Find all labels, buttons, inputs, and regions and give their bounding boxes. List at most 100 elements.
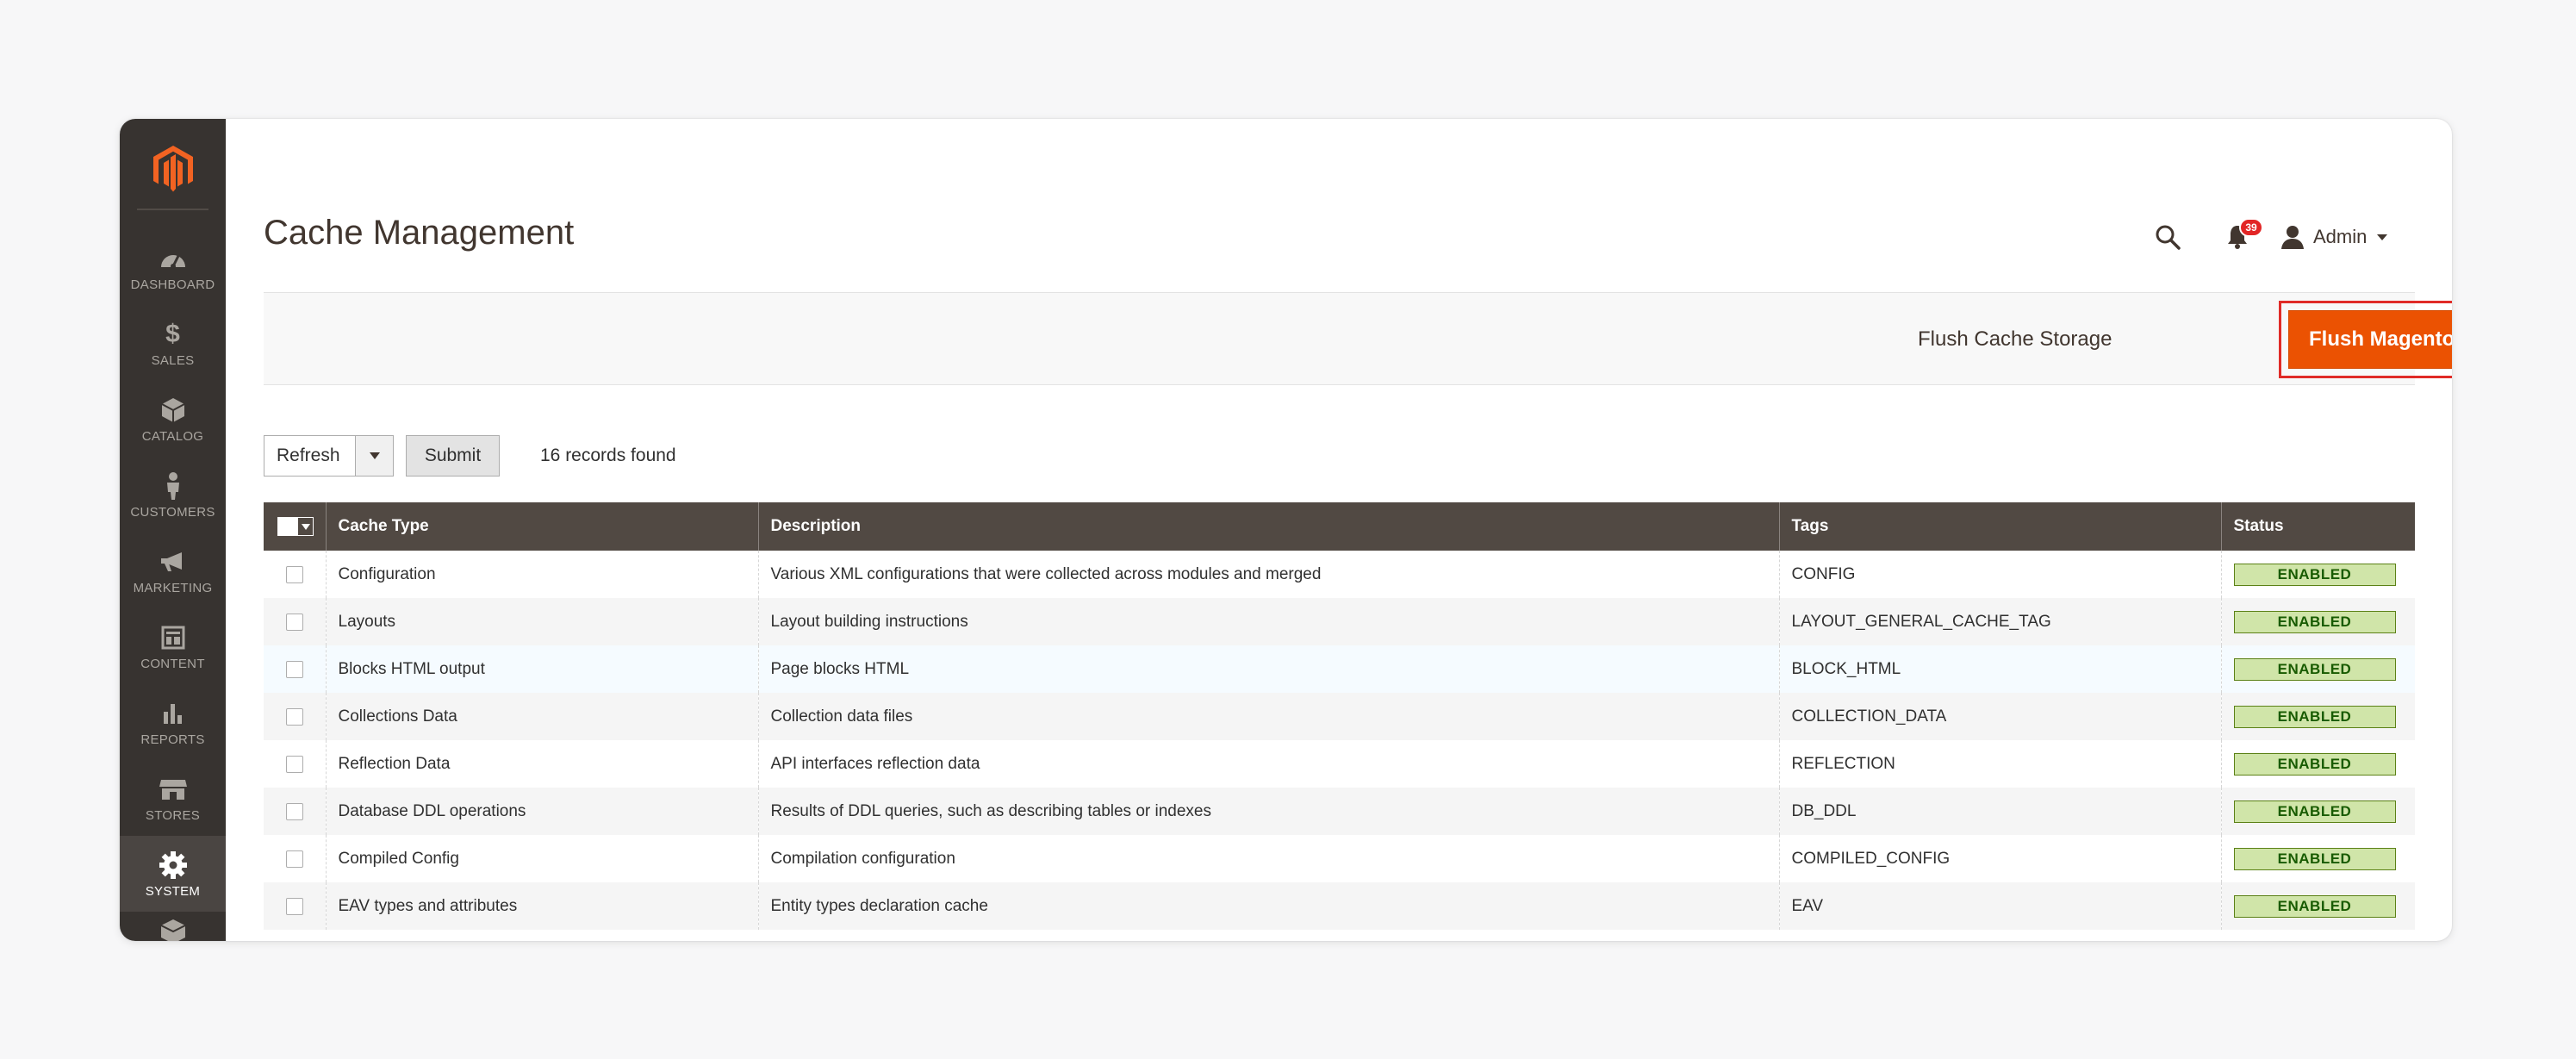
row-checkbox[interactable] bbox=[286, 707, 303, 726]
column-header-description[interactable]: Description bbox=[757, 502, 1779, 551]
column-header-tags[interactable]: Tags bbox=[1778, 502, 2221, 551]
admin-user-menu[interactable]: Admin bbox=[2280, 217, 2388, 257]
table-row[interactable]: Layouts Layout building instructions LAY… bbox=[264, 598, 2415, 645]
status-cell: ENABLED bbox=[2220, 693, 2415, 740]
status-cell: ENABLED bbox=[2220, 551, 2415, 598]
sidebar-item-stores[interactable]: STORES bbox=[120, 760, 226, 836]
sidebar-item-label: CONTENT bbox=[140, 656, 205, 671]
table-row[interactable]: EAV types and attributes Entity types de… bbox=[264, 882, 2415, 930]
sidebar-item-reports[interactable]: REPORTS bbox=[120, 684, 226, 760]
tags-cell: LAYOUT_GENERAL_CACHE_TAG bbox=[1778, 598, 2221, 645]
sidebar-item-label: CUSTOMERS bbox=[130, 504, 215, 520]
notifications-count-badge: 39 bbox=[2239, 218, 2263, 237]
status-cell: ENABLED bbox=[2220, 598, 2415, 645]
page-actions-bar: Flush Cache Storage Flush Magento Cache bbox=[264, 292, 2452, 385]
table-row[interactable]: Collections Data Collection data files C… bbox=[264, 693, 2415, 740]
sidebar-item-system[interactable]: SYSTEM bbox=[120, 836, 226, 912]
submit-button[interactable]: Submit bbox=[406, 435, 500, 477]
column-header-status[interactable]: Status bbox=[2220, 502, 2415, 551]
sidebar-item-sales[interactable]: $ SALES bbox=[120, 305, 226, 381]
magento-logo-icon bbox=[152, 146, 193, 192]
flush-magento-cache-button[interactable]: Flush Magento Cache bbox=[2288, 310, 2452, 369]
row-checkbox[interactable] bbox=[286, 802, 303, 820]
cache-type-cell: Collections Data bbox=[325, 693, 758, 740]
status-badge: ENABLED bbox=[2233, 894, 2396, 918]
status-badge: ENABLED bbox=[2233, 847, 2396, 870]
cache-type-cell: EAV types and attributes bbox=[325, 882, 758, 930]
sidebar-item-catalog[interactable]: CATALOG bbox=[120, 381, 226, 457]
tags-cell: CONFIG bbox=[1778, 551, 2221, 598]
description-cell: API interfaces reflection data bbox=[757, 740, 1779, 788]
magento-logo[interactable] bbox=[120, 134, 226, 203]
row-checkbox-cell bbox=[264, 740, 326, 788]
table-row[interactable]: Blocks HTML output Page blocks HTML BLOC… bbox=[264, 645, 2415, 693]
sidebar-item-content[interactable]: CONTENT bbox=[120, 608, 226, 684]
table-row[interactable]: Database DDL operations Results of DDL q… bbox=[264, 788, 2415, 835]
row-checkbox[interactable] bbox=[286, 613, 303, 631]
status-badge: ENABLED bbox=[2233, 563, 2396, 586]
chevron-down-icon bbox=[297, 518, 313, 535]
sidebar-item-marketing[interactable]: MARKETING bbox=[120, 533, 226, 608]
status-badge: ENABLED bbox=[2233, 752, 2396, 776]
table-row[interactable]: Configuration Various XML configurations… bbox=[264, 551, 2415, 598]
cache-type-cell: Blocks HTML output bbox=[325, 645, 758, 693]
row-checkbox-cell bbox=[264, 551, 326, 598]
row-checkbox-cell bbox=[264, 788, 326, 835]
description-cell: Results of DDL queries, such as describi… bbox=[757, 788, 1779, 835]
admin-username: Admin bbox=[2313, 226, 2368, 247]
description-cell: Collection data files bbox=[757, 693, 1779, 740]
cache-type-cell: Reflection Data bbox=[325, 740, 758, 788]
mass-action-selected-value: Refresh bbox=[277, 445, 340, 465]
cache-type-cell: Compiled Config bbox=[325, 835, 758, 882]
row-checkbox[interactable] bbox=[286, 850, 303, 868]
row-checkbox-cell bbox=[264, 835, 326, 882]
tags-cell: BLOCK_HTML bbox=[1778, 645, 2221, 693]
tags-cell: REFLECTION bbox=[1778, 740, 2221, 788]
person-icon bbox=[156, 470, 190, 501]
description-cell: Compilation configuration bbox=[757, 835, 1779, 882]
bar-chart-icon bbox=[156, 698, 190, 729]
search-icon bbox=[2156, 225, 2181, 250]
status-badge: ENABLED bbox=[2233, 705, 2396, 728]
sidebar-item-label: DASHBOARD bbox=[130, 277, 215, 292]
status-cell: ENABLED bbox=[2220, 882, 2415, 930]
cache-type-cell: Configuration bbox=[325, 551, 758, 598]
row-checkbox[interactable] bbox=[286, 755, 303, 773]
cache-types-grid: Cache Type Description Tags Status Confi… bbox=[264, 502, 2415, 930]
notifications-button[interactable]: 39 bbox=[2212, 215, 2263, 259]
sidebar-item-customers[interactable]: CUSTOMERS bbox=[120, 457, 226, 533]
mass-select-dropdown[interactable] bbox=[277, 517, 314, 536]
row-checkbox[interactable] bbox=[286, 565, 303, 583]
user-icon bbox=[2281, 226, 2304, 249]
mass-select-header bbox=[264, 502, 326, 551]
row-checkbox[interactable] bbox=[286, 897, 303, 915]
row-checkbox-cell bbox=[264, 693, 326, 740]
sidebar-item-label: SYSTEM bbox=[145, 883, 201, 899]
sidebar-item-label: CATALOG bbox=[141, 428, 204, 444]
status-badge: ENABLED bbox=[2233, 610, 2396, 633]
flush-cache-storage-button[interactable]: Flush Cache Storage bbox=[1901, 315, 2129, 364]
table-row[interactable]: Compiled Config Compilation configuratio… bbox=[264, 835, 2415, 882]
cache-type-cell: Database DDL operations bbox=[325, 788, 758, 835]
sidebar-item-label: MARKETING bbox=[133, 580, 213, 595]
sidebar-item-more[interactable] bbox=[120, 912, 226, 941]
box-icon bbox=[156, 917, 190, 941]
header-actions: 39 Admin bbox=[120, 215, 2452, 259]
search-button[interactable] bbox=[2146, 215, 2189, 259]
row-checkbox-cell bbox=[264, 598, 326, 645]
row-checkbox[interactable] bbox=[286, 660, 303, 678]
chevron-down-icon[interactable] bbox=[355, 436, 393, 476]
description-cell: Various XML configurations that were col… bbox=[757, 551, 1779, 598]
chevron-down-icon bbox=[2377, 234, 2388, 240]
mass-action-select[interactable]: Refresh bbox=[264, 435, 394, 477]
sidebar-item-label: SALES bbox=[151, 352, 195, 368]
cache-type-cell: Layouts bbox=[325, 598, 758, 645]
table-row[interactable]: Reflection Data API interfaces reflectio… bbox=[264, 740, 2415, 788]
sidebar-item-label: STORES bbox=[145, 807, 201, 823]
status-cell: ENABLED bbox=[2220, 740, 2415, 788]
description-cell: Entity types declaration cache bbox=[757, 882, 1779, 930]
grid-header-row: Cache Type Description Tags Status bbox=[264, 502, 2415, 551]
records-found-count: 16 records found bbox=[540, 445, 676, 465]
column-header-cache-type[interactable]: Cache Type bbox=[325, 502, 758, 551]
status-badge: ENABLED bbox=[2233, 800, 2396, 823]
